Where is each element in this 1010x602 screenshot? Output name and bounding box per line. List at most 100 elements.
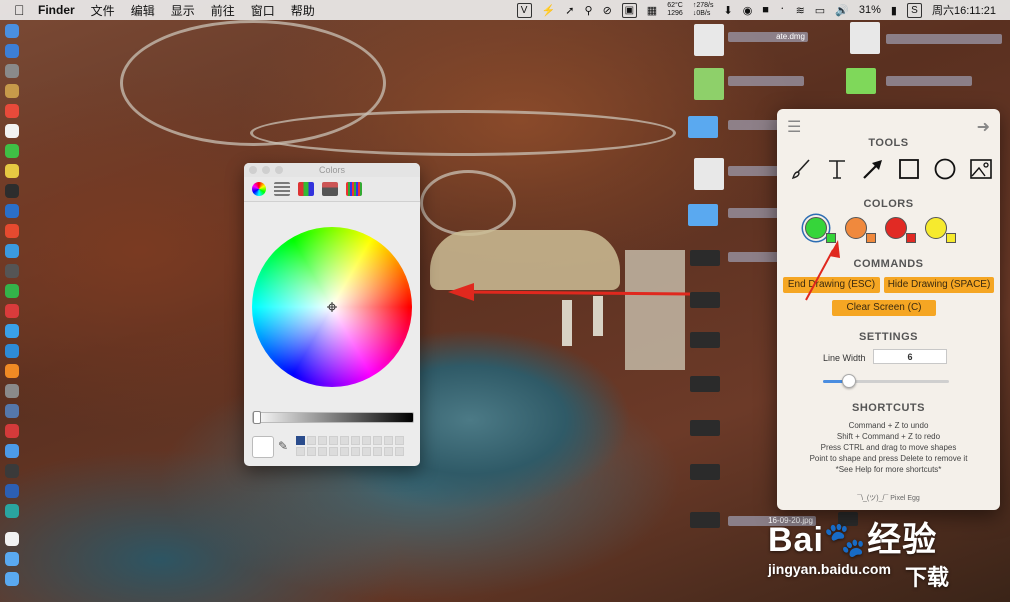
exit-arrow-icon[interactable]: ➜ [977, 117, 990, 137]
file-icon[interactable] [694, 24, 724, 56]
swatch-cell[interactable] [362, 436, 371, 445]
swatch-cell[interactable] [296, 436, 305, 445]
sliders-tab-icon[interactable] [274, 182, 290, 196]
color-swatch-yellow[interactable] [925, 217, 956, 243]
qq-icon[interactable] [5, 204, 19, 218]
app-icon[interactable] [5, 464, 19, 478]
end-drawing-button[interactable]: End Drawing (ESC) [783, 277, 880, 293]
app-icon[interactable] [5, 364, 19, 378]
color-wheel-tab-icon[interactable] [252, 182, 266, 196]
terminal-icon[interactable] [5, 184, 19, 198]
wechat-app-icon[interactable] [5, 144, 19, 158]
app-icon[interactable] [5, 264, 19, 278]
close-icon[interactable] [249, 166, 257, 174]
square-icon[interactable]: ■ [762, 4, 769, 16]
file-icon[interactable] [846, 68, 876, 94]
app-store-icon[interactable] [5, 344, 19, 358]
arrow-icon[interactable] [861, 157, 885, 181]
file-icon[interactable] [690, 332, 720, 348]
swatch-cell[interactable] [307, 447, 316, 456]
swatch-cell[interactable] [318, 436, 327, 445]
brightness-slider-knob[interactable] [253, 411, 261, 424]
clear-screen-button[interactable]: Clear Screen (C) [832, 300, 936, 316]
color-swatch-orange[interactable] [845, 217, 876, 243]
color-swatch-green[interactable] [805, 217, 836, 243]
swatch-cell[interactable] [351, 447, 360, 456]
swatch-cell[interactable] [373, 447, 382, 456]
colors-title-bar[interactable]: Colors [244, 163, 420, 177]
notes-icon[interactable] [5, 84, 19, 98]
menu-go[interactable]: 前往 [211, 2, 235, 19]
file-icon[interactable] [690, 464, 720, 480]
folder-icon[interactable] [688, 204, 718, 226]
color-fill-swatch-yellow[interactable] [946, 233, 956, 243]
battery-percent[interactable]: 31% [859, 4, 881, 16]
weibo-icon[interactable] [5, 304, 19, 318]
volume-icon[interactable]: 🔊 [835, 4, 849, 17]
file-icon[interactable] [690, 292, 720, 308]
text-icon[interactable] [825, 157, 849, 181]
rectangle-icon[interactable] [897, 157, 921, 181]
color-fill-swatch-orange[interactable] [866, 233, 876, 243]
hide-drawing-button[interactable]: Hide Drawing (SPACE) [884, 277, 994, 293]
swatch-cell[interactable] [340, 436, 349, 445]
minimize-icon[interactable] [262, 166, 270, 174]
swatch-cell[interactable] [296, 447, 305, 456]
swatch-cell[interactable] [329, 436, 338, 445]
menu-help[interactable]: 帮助 [291, 2, 315, 19]
download-icon[interactable]: ⬇ [723, 4, 732, 17]
circle-icon[interactable] [933, 157, 957, 181]
grid-icon[interactable]: ▦ [647, 4, 657, 17]
color-fill-swatch-red[interactable] [906, 233, 916, 243]
image-icon[interactable] [969, 157, 993, 181]
airplay-icon[interactable]: ▭ [815, 4, 825, 17]
current-color-swatch[interactable] [252, 436, 274, 458]
launchpad-icon[interactable] [5, 64, 19, 78]
line-width-input[interactable]: 6 [873, 349, 947, 364]
file-icon[interactable] [694, 68, 724, 100]
eyedropper-icon[interactable]: ✎ [278, 439, 288, 453]
app-icon[interactable] [5, 424, 19, 438]
swatch-cell[interactable] [384, 436, 393, 445]
music-icon[interactable] [5, 324, 19, 338]
swatch-cell[interactable] [384, 447, 393, 456]
drawing-tool-panel[interactable]: ☰ ➜ TOOLS COLORS COMMANDS End Drawing (E… [777, 109, 1000, 510]
apple-icon[interactable]:  [14, 3, 28, 17]
menu-view[interactable]: 显示 [171, 2, 195, 19]
file-label[interactable] [728, 120, 782, 130]
file-icon[interactable] [694, 158, 724, 190]
file-label[interactable] [728, 252, 782, 262]
menu-window[interactable]: 窗口 [251, 2, 275, 19]
colors-window[interactable]: Colors ✎ [244, 163, 420, 466]
swatch-cell[interactable] [340, 447, 349, 456]
file-label[interactable] [728, 208, 782, 218]
file-icon[interactable] [690, 420, 720, 436]
brush-icon[interactable] [789, 157, 813, 181]
menu-edit[interactable]: 编辑 [131, 2, 155, 19]
swatch-cell[interactable] [329, 447, 338, 456]
menu-app-name[interactable]: Finder [38, 3, 75, 17]
crayons-tab-icon[interactable] [346, 182, 362, 196]
folder-icon[interactable] [688, 116, 718, 138]
battery-icon[interactable]: ▮ [891, 4, 897, 17]
file-icon[interactable] [690, 250, 720, 266]
browser-icon[interactable] [5, 244, 19, 258]
file-label[interactable] [886, 34, 1002, 44]
calendar-icon[interactable] [5, 104, 19, 118]
chrome-icon[interactable] [5, 224, 19, 238]
file-label[interactable]: ate.dmg [728, 32, 808, 42]
screen-icon[interactable]: ▣ [621, 2, 637, 18]
document-icon[interactable] [5, 532, 19, 546]
line-width-slider-thumb[interactable] [842, 374, 857, 388]
brightness-slider[interactable] [252, 412, 414, 423]
block-icon[interactable]: ⊘ [603, 4, 612, 17]
menu-icon[interactable]: ☰ [787, 117, 801, 137]
vim-icon[interactable]: V [516, 2, 532, 18]
finder-icon[interactable] [5, 24, 19, 38]
file-icon[interactable] [690, 376, 720, 392]
menu-file[interactable]: 文件 [91, 2, 115, 19]
swatch-cell[interactable] [395, 447, 404, 456]
pin-icon[interactable]: ⚲ [585, 4, 593, 17]
image-palettes-tab-icon[interactable] [322, 182, 338, 196]
swatch-cell[interactable] [395, 436, 404, 445]
